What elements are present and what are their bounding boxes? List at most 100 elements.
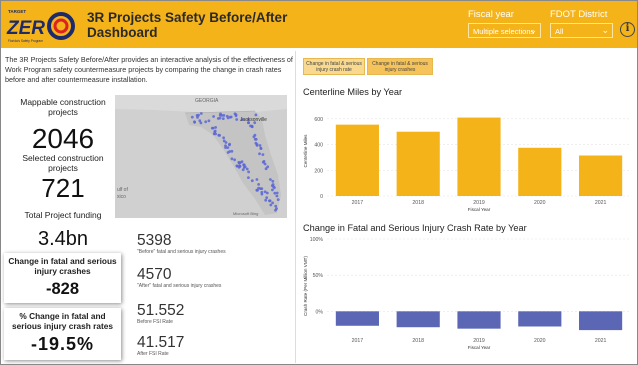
project-point[interactable] bbox=[218, 134, 221, 137]
bar-2018[interactable] bbox=[396, 131, 440, 196]
chevron-down-icon: ⌄ bbox=[601, 25, 609, 35]
x-tick-label: 2017 bbox=[352, 338, 364, 344]
project-point[interactable] bbox=[254, 113, 258, 117]
project-point[interactable] bbox=[260, 192, 264, 196]
project-point[interactable] bbox=[262, 160, 266, 163]
project-point[interactable] bbox=[222, 136, 225, 140]
project-point[interactable] bbox=[228, 150, 232, 153]
bar-2020[interactable] bbox=[518, 311, 562, 327]
project-point[interactable] bbox=[247, 176, 250, 179]
project-point[interactable] bbox=[210, 126, 214, 130]
x-axis-title: Fiscal Year bbox=[468, 345, 491, 350]
project-point[interactable] bbox=[204, 120, 208, 124]
project-point[interactable] bbox=[271, 188, 274, 192]
project-point[interactable] bbox=[263, 190, 267, 194]
project-point[interactable] bbox=[235, 118, 239, 121]
project-point[interactable] bbox=[214, 132, 217, 136]
project-point[interactable] bbox=[249, 124, 252, 128]
bar-2019[interactable] bbox=[457, 117, 501, 196]
project-point[interactable] bbox=[272, 185, 275, 189]
project-point[interactable] bbox=[216, 117, 220, 120]
project-point[interactable] bbox=[258, 152, 261, 156]
project-point[interactable] bbox=[229, 115, 233, 119]
x-tick-label: 2018 bbox=[412, 338, 424, 344]
project-point[interactable] bbox=[273, 191, 277, 195]
project-point[interactable] bbox=[271, 201, 274, 205]
project-point[interactable] bbox=[199, 112, 203, 115]
project-point[interactable] bbox=[240, 160, 244, 163]
bar-2017[interactable] bbox=[335, 311, 379, 326]
miles-chart-title: Centerline Miles by Year bbox=[303, 87, 403, 97]
project-point[interactable] bbox=[242, 166, 246, 169]
total-funding-value: 3.4bn bbox=[37, 228, 89, 250]
selected-projects-value: 721 bbox=[41, 173, 85, 203]
project-point[interactable] bbox=[254, 137, 258, 141]
bar-2018[interactable] bbox=[396, 311, 440, 328]
project-point[interactable] bbox=[228, 143, 231, 147]
tab-crash-rate[interactable]: Change in fatal & serious injury crash r… bbox=[303, 58, 365, 75]
y-axis-title: Centerline Miles bbox=[303, 134, 308, 168]
project-point[interactable] bbox=[233, 158, 236, 162]
bar-2017[interactable] bbox=[335, 124, 379, 196]
project-point[interactable] bbox=[198, 119, 202, 123]
district-select[interactable]: All ⌄ bbox=[550, 23, 613, 38]
project-point[interactable] bbox=[214, 126, 217, 129]
project-point[interactable] bbox=[263, 162, 267, 166]
stat-value: 5398 bbox=[137, 232, 172, 249]
project-point[interactable] bbox=[190, 115, 194, 119]
project-point[interactable] bbox=[259, 146, 263, 150]
project-point[interactable] bbox=[219, 112, 222, 116]
project-point[interactable] bbox=[265, 196, 269, 199]
project-point[interactable] bbox=[224, 141, 228, 144]
project-point[interactable] bbox=[260, 187, 264, 190]
project-point[interactable] bbox=[264, 198, 268, 202]
project-point[interactable] bbox=[255, 143, 259, 146]
map-label-mexico: xico bbox=[117, 194, 126, 200]
project-point[interactable] bbox=[276, 198, 280, 201]
selected-projects-label: Selected construction projects bbox=[22, 153, 104, 173]
project-point[interactable] bbox=[271, 179, 275, 183]
project-point[interactable] bbox=[268, 199, 272, 203]
project-point[interactable] bbox=[235, 164, 239, 168]
bar-2020[interactable] bbox=[518, 147, 562, 196]
project-point[interactable] bbox=[257, 183, 260, 186]
bar-2021[interactable] bbox=[579, 311, 623, 331]
project-point[interactable] bbox=[250, 179, 254, 183]
project-point[interactable] bbox=[275, 194, 279, 198]
project-point[interactable] bbox=[258, 144, 262, 147]
project-point[interactable] bbox=[225, 114, 229, 118]
project-point[interactable] bbox=[264, 167, 268, 171]
x-tick-label: 2021 bbox=[595, 200, 607, 206]
project-point[interactable] bbox=[261, 153, 265, 156]
project-point[interactable] bbox=[234, 114, 238, 118]
project-point[interactable] bbox=[274, 208, 277, 212]
project-point[interactable] bbox=[245, 167, 249, 171]
project-point[interactable] bbox=[226, 146, 230, 149]
project-point[interactable] bbox=[207, 119, 211, 123]
info-icon[interactable]: i bbox=[620, 22, 635, 37]
chevron-down-icon: ⌄ bbox=[529, 25, 537, 35]
project-point[interactable] bbox=[274, 204, 278, 208]
project-point[interactable] bbox=[242, 163, 245, 167]
bar-2019[interactable] bbox=[457, 311, 501, 329]
project-point[interactable] bbox=[237, 160, 241, 164]
tab-crashes[interactable]: Change in fatal & serious injury crashes bbox=[367, 58, 433, 75]
project-point[interactable] bbox=[193, 120, 196, 124]
project-point[interactable] bbox=[252, 135, 256, 139]
project-point[interactable] bbox=[212, 115, 215, 118]
project-point[interactable] bbox=[269, 178, 272, 181]
bar-2021[interactable] bbox=[579, 155, 623, 197]
stat-label: Before FSI Rate bbox=[137, 319, 173, 325]
fiscal-year-select[interactable]: Multiple selections ⌄ bbox=[468, 23, 541, 38]
project-point[interactable] bbox=[230, 157, 234, 161]
project-point[interactable] bbox=[247, 170, 251, 174]
project-point[interactable] bbox=[221, 117, 225, 120]
project-point[interactable] bbox=[275, 191, 279, 195]
project-map[interactable]: GEORGIA Jacksonville ulf of xico Microso… bbox=[115, 95, 287, 218]
project-point[interactable] bbox=[255, 178, 259, 181]
project-point[interactable] bbox=[213, 129, 217, 133]
project-point[interactable] bbox=[197, 113, 200, 117]
project-point[interactable] bbox=[257, 186, 260, 190]
x-tick-label: 2020 bbox=[534, 200, 546, 206]
project-point[interactable] bbox=[238, 164, 242, 168]
